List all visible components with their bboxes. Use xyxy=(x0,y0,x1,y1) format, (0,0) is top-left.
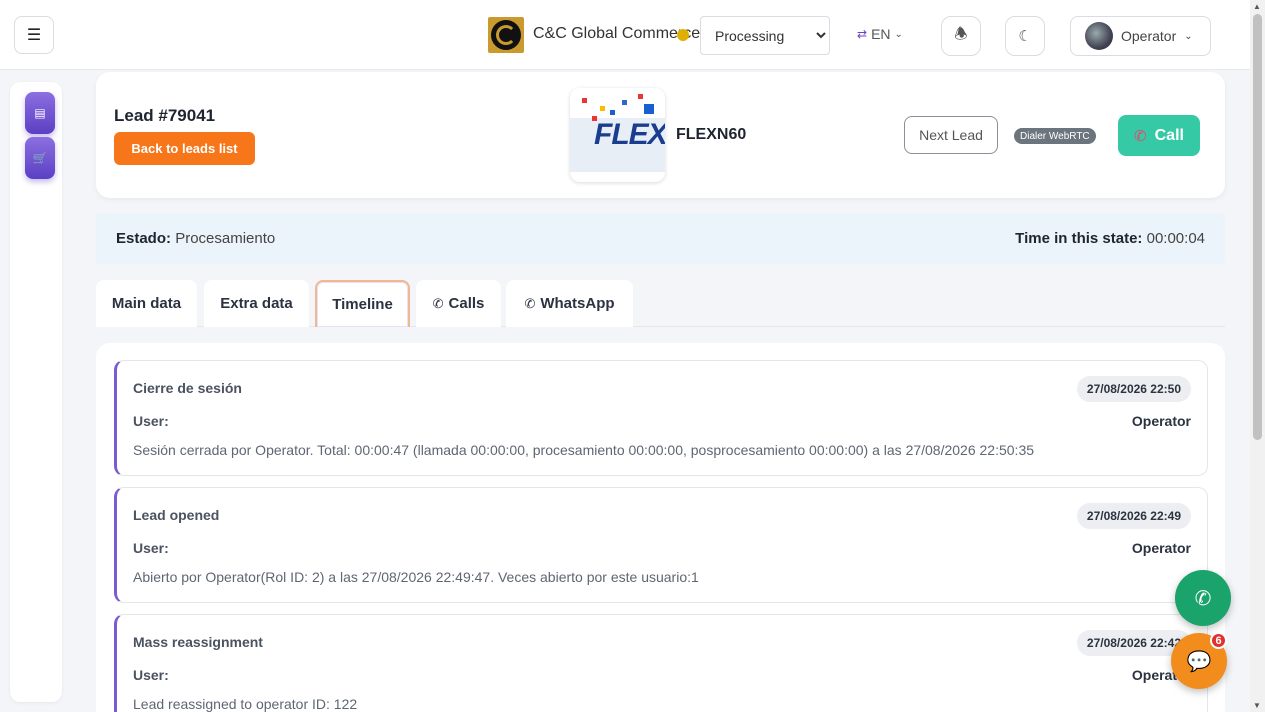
whatsapp-icon: ✆ xyxy=(524,295,536,311)
dialer-badge: Dialer WebRTC xyxy=(1014,128,1096,144)
entry-description: Sesión cerrada por Operator. Total: 00:0… xyxy=(133,442,1035,458)
user-menu-button[interactable]: Operator ⌄ xyxy=(1070,16,1211,56)
sidebar-item-list[interactable]: ▤ xyxy=(25,92,55,134)
cart-icon: 🛒 xyxy=(32,151,48,165)
next-lead-button[interactable]: Next Lead xyxy=(904,116,998,154)
language-selector[interactable]: ⇄ EN ⌄ xyxy=(857,26,903,42)
moon-icon: ☾ xyxy=(1018,28,1032,45)
tab-label: Extra data xyxy=(220,295,293,312)
top-bar: ☰ C&C Global Commerce FZ LLC Processing … xyxy=(0,0,1250,70)
timeline-entry: Mass reassignment 27/08/2026 22:42 User:… xyxy=(114,614,1208,712)
estado: Estado: Procesamiento xyxy=(116,230,275,247)
call-label: Call xyxy=(1154,126,1184,144)
scroll-down-arrow-icon[interactable]: ▼ xyxy=(1253,701,1261,710)
time-value: 00:00:04 xyxy=(1146,230,1205,247)
time-in-state: Time in this state: 00:00:04 xyxy=(1015,230,1205,247)
lead-header-card: Lead #79041 Back to leads list FLEX FLEX… xyxy=(96,72,1225,198)
avatar xyxy=(1085,22,1113,50)
estado-label: Estado: xyxy=(116,230,172,247)
notifications-button[interactable]: 🕭 xyxy=(941,16,981,56)
tab-whatsapp[interactable]: ✆ WhatsApp xyxy=(506,280,633,327)
tab-label: WhatsApp xyxy=(540,295,615,312)
entry-user-label: User: xyxy=(133,540,169,556)
status-select[interactable]: Processing xyxy=(700,16,830,55)
chevron-down-icon: ⌄ xyxy=(894,28,903,40)
tab-label: Timeline xyxy=(332,296,393,313)
tab-timeline[interactable]: Timeline xyxy=(315,280,410,327)
call-button[interactable]: ✆ Call xyxy=(1118,115,1200,156)
entry-user: Operator xyxy=(1131,413,1191,429)
entry-description: Abierto por Operator(Rol ID: 2) a las 27… xyxy=(133,569,699,585)
phone-icon: ✆ xyxy=(1134,127,1147,145)
entry-title: Cierre de sesión xyxy=(133,380,242,396)
brand-logo xyxy=(488,17,524,53)
user-name: Operator xyxy=(1121,28,1177,44)
chat-icon: 💬 xyxy=(1186,650,1212,673)
product-logo-text: FLEX xyxy=(594,118,665,151)
chat-notification-badge: 6 xyxy=(1210,632,1227,649)
chevron-down-icon: ⌄ xyxy=(1184,30,1193,42)
lead-tabs: Main data Extra data Timeline ✆ Calls ✆ … xyxy=(96,280,1225,327)
theme-toggle-button[interactable]: ☾ xyxy=(1005,16,1045,56)
scroll-up-arrow-icon[interactable]: ▲ xyxy=(1253,2,1261,11)
back-to-leads-button[interactable]: Back to leads list xyxy=(114,132,255,165)
list-icon: ▤ xyxy=(34,106,46,120)
entry-description: Lead reassigned to operator ID: 122 xyxy=(133,696,358,712)
entry-title: Lead opened xyxy=(133,507,220,523)
timeline-entry: Cierre de sesión 27/08/2026 22:50 User: … xyxy=(114,360,1208,476)
time-label: Time in this state: xyxy=(1015,230,1143,247)
product-image: FLEX xyxy=(570,88,665,182)
hamburger-icon: ☰ xyxy=(26,27,42,44)
side-panel: ▤ 🛒 xyxy=(10,82,62,702)
entry-user: Operator xyxy=(1131,540,1191,556)
language-icon: ⇄ xyxy=(857,27,868,41)
language-label: EN xyxy=(871,26,891,42)
timeline-panel: Cierre de sesión 27/08/2026 22:50 User: … xyxy=(96,343,1225,712)
tab-label: Calls xyxy=(448,295,485,312)
menu-toggle-button[interactable]: ☰ xyxy=(14,16,54,54)
bell-icon: 🕭 xyxy=(954,25,968,43)
scroll-thumb[interactable] xyxy=(1253,14,1262,440)
tab-extra-data[interactable]: Extra data xyxy=(204,280,309,327)
entry-title: Mass reassignment xyxy=(133,634,263,650)
estado-value: Procesamiento xyxy=(175,230,276,247)
timeline-entry: Lead opened 27/08/2026 22:49 User: Opera… xyxy=(114,487,1208,603)
state-bar: Estado: Procesamiento Time in this state… xyxy=(96,213,1225,264)
entry-date-badge: 27/08/2026 22:50 xyxy=(1076,376,1191,402)
tab-main-data[interactable]: Main data xyxy=(96,280,197,327)
product-name: FLEXN60 xyxy=(676,126,747,143)
floating-call-button[interactable]: ✆ xyxy=(1175,570,1231,626)
entry-user-label: User: xyxy=(133,413,169,429)
tab-label: Main data xyxy=(111,295,182,312)
entry-user-label: User: xyxy=(133,667,169,683)
tab-calls[interactable]: ✆ Calls xyxy=(416,280,501,327)
status-indicator xyxy=(677,29,689,41)
sidebar-item-cart[interactable]: 🛒 xyxy=(25,137,55,179)
phone-icon: ✆ xyxy=(1194,587,1212,610)
phone-icon: ✆ xyxy=(432,295,444,311)
entry-date-badge: 27/08/2026 22:49 xyxy=(1076,503,1191,529)
lead-title: Lead #79041 xyxy=(114,106,216,125)
page-scrollbar[interactable]: ▲ ▼ xyxy=(1250,0,1265,712)
